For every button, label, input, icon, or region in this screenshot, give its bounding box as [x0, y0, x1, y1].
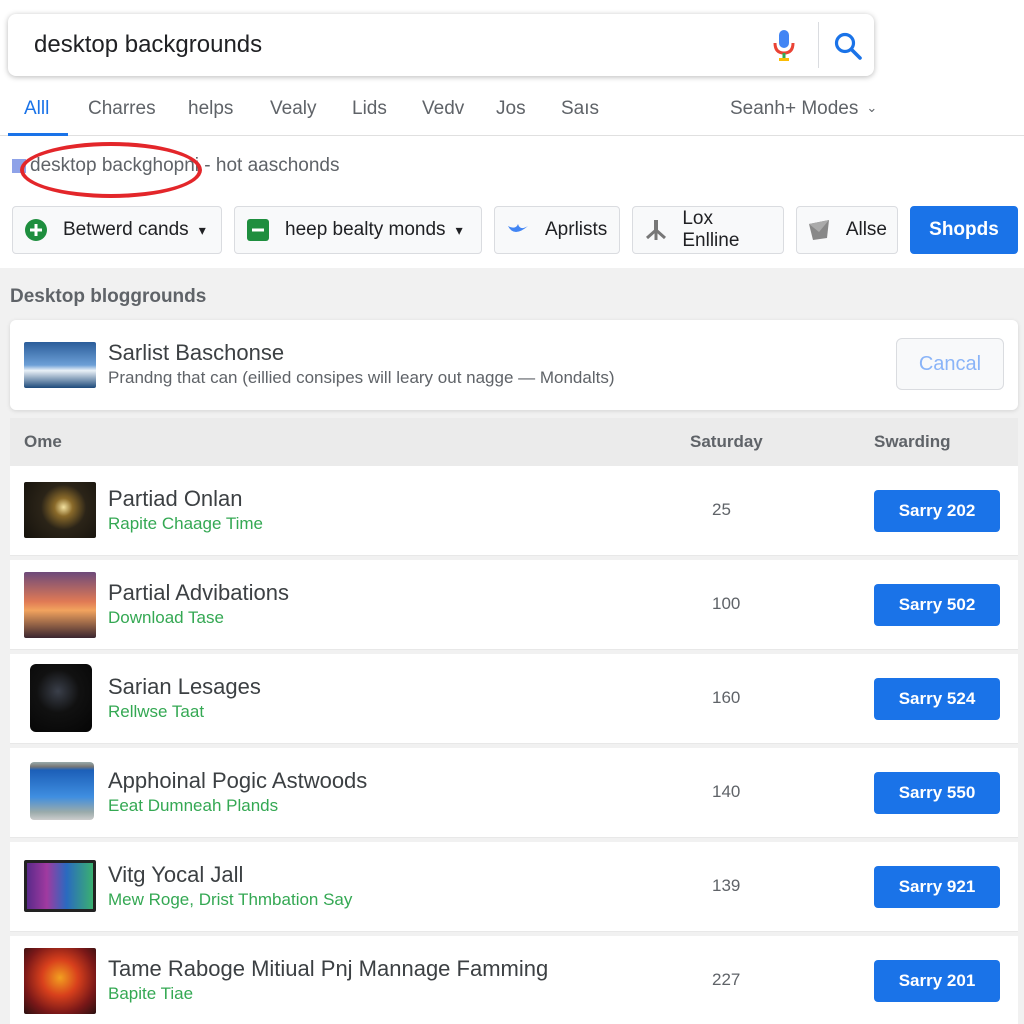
chevron-down-icon: ▾: [198, 221, 206, 238]
red-highlight-circle: [20, 142, 202, 198]
header-area: Alll Charres helps Vealy Lids Vedv Jos S…: [0, 0, 1024, 268]
column-header-saturday[interactable]: Saturday: [690, 432, 763, 452]
table-row[interactable]: Apphoinal Pogic Astwoods Eeat Dumneah Pl…: [10, 748, 1018, 838]
row-thumbnail: [30, 762, 94, 820]
row-action-button[interactable]: Sarry 201: [874, 960, 1000, 1002]
row-title: Vitg Yocal Jall: [108, 862, 244, 887]
chevron-down-icon: ⌄: [866, 100, 878, 115]
chip-label: Betwerd cands: [63, 219, 189, 240]
row-value: 25: [712, 500, 731, 519]
tab-helps[interactable]: helps: [188, 98, 233, 120]
chevron-down-icon: ▾: [455, 221, 463, 238]
row-value: 140: [712, 782, 741, 801]
row-subtitle: Bapite Tiae: [108, 984, 194, 1003]
search-divider: [818, 22, 819, 68]
chip-aprlists[interactable]: Aprlists: [494, 206, 620, 254]
tab-vedv[interactable]: Vedv: [422, 98, 464, 120]
row-action-button[interactable]: Sarry 524: [874, 678, 1000, 720]
row-action-button[interactable]: Sarry 550: [874, 772, 1000, 814]
row-thumbnail: [24, 948, 96, 1014]
plus-circle-icon: [23, 217, 49, 243]
bird-icon: [505, 217, 531, 243]
chip-label: Aprlists: [545, 219, 608, 240]
chip-betwerd-cands[interactable]: Betwerd cands ▾: [12, 206, 222, 254]
table-row[interactable]: Vitg Yocal Jall Mew Roge, Drist Thmbatio…: [10, 842, 1018, 932]
column-header-swarding[interactable]: Swarding: [874, 432, 951, 452]
table-row[interactable]: Partial Advibations Download Tase 100 Sa…: [10, 560, 1018, 650]
magnifier-icon: [834, 32, 862, 60]
row-thumbnail: [24, 860, 96, 912]
search-modes-dropdown[interactable]: Seanh+ Modes ⌄: [730, 98, 877, 120]
row-title: Sarian Lesages: [108, 674, 261, 699]
chip-label: Shopds: [929, 219, 999, 240]
row-action-button[interactable]: Sarry 502: [874, 584, 1000, 626]
minus-square-icon: [245, 217, 271, 243]
row-value: 100: [712, 594, 741, 613]
tab-all[interactable]: Alll: [24, 98, 49, 120]
row-thumbnail: [24, 572, 96, 638]
tab-jos[interactable]: Jos: [496, 98, 526, 120]
microphone-icon[interactable]: [768, 28, 800, 62]
row-action-button[interactable]: Sarry 202: [874, 490, 1000, 532]
column-header-name[interactable]: Ome: [24, 432, 62, 452]
row-title: Apphoinal Pogic Astwoods: [108, 768, 368, 793]
row-action-button[interactable]: Sarry 921: [874, 866, 1000, 908]
active-tab-indicator: [8, 133, 68, 136]
row-title: Partial Advibations: [108, 580, 289, 605]
search-input[interactable]: [34, 26, 734, 64]
row-value: 227: [712, 970, 741, 989]
filter-chips: Betwerd cands ▾ heep bealty monds ▾ Aprl…: [0, 206, 1024, 256]
row-value: 139: [712, 876, 741, 895]
chip-label: Lox Enlline: [682, 208, 740, 251]
row-value: 160: [712, 688, 741, 707]
search-bar: [8, 14, 874, 76]
row-subtitle: Mew Roge, Drist Thmbation Say: [108, 890, 353, 909]
row-subtitle: Eeat Dumneah Plands: [108, 796, 279, 815]
row-title: Tame Raboge Mitiual Pnj Mannage Famming: [108, 956, 549, 981]
tripod-icon: [643, 217, 668, 243]
tab-charres[interactable]: Charres: [88, 98, 156, 120]
table-header: Ome Saturday Swarding: [10, 418, 1018, 466]
table-row[interactable]: Tame Raboge Mitiual Pnj Mannage Famming …: [10, 936, 1018, 1024]
tab-vealy[interactable]: Vealy: [270, 98, 316, 120]
section-title: Desktop bloggrounds: [10, 286, 207, 307]
info-card-subtitle: Prandng that can (eillied consipes will …: [108, 368, 615, 387]
chip-heep-bealty-monds[interactable]: heep bealty monds ▾: [234, 206, 482, 254]
search-button[interactable]: [828, 26, 868, 66]
row-subtitle: Download Tase: [108, 608, 224, 627]
info-card: Sarlist Baschonse Prandng that can (eill…: [10, 320, 1018, 410]
chip-allse[interactable]: Allse: [796, 206, 898, 254]
search-tabs: Alll Charres helps Vealy Lids Vedv Jos S…: [0, 92, 1024, 136]
row-subtitle: Rellwse Taat: [108, 702, 205, 721]
search-modes-label: Seanh+ Modes: [730, 98, 859, 119]
row-thumbnail: [30, 664, 92, 732]
info-card-title: Sarlist Baschonse: [108, 340, 285, 365]
shop-button[interactable]: Shopds: [910, 206, 1018, 254]
tab-lids[interactable]: Lids: [352, 98, 387, 120]
chip-label: heep bealty monds: [285, 219, 446, 240]
row-thumbnail: [24, 482, 96, 538]
table-row[interactable]: Sarian Lesages Rellwse Taat 160 Sarry 52…: [10, 654, 1018, 744]
cancel-button[interactable]: Cancal: [896, 338, 1004, 390]
chip-lox-enlline[interactable]: Lox Enlline: [632, 206, 784, 254]
row-subtitle: Rapite Chaage Time: [108, 514, 263, 533]
info-card-thumbnail: [24, 342, 96, 388]
chip-label: Allse: [845, 219, 887, 240]
tab-sais[interactable]: Saıs: [561, 98, 599, 120]
row-title: Partiad Onlan: [108, 486, 243, 511]
table-row[interactable]: Partiad Onlan Rapite Chaage Time 25 Sarr…: [10, 466, 1018, 556]
flag-icon: [807, 217, 832, 243]
